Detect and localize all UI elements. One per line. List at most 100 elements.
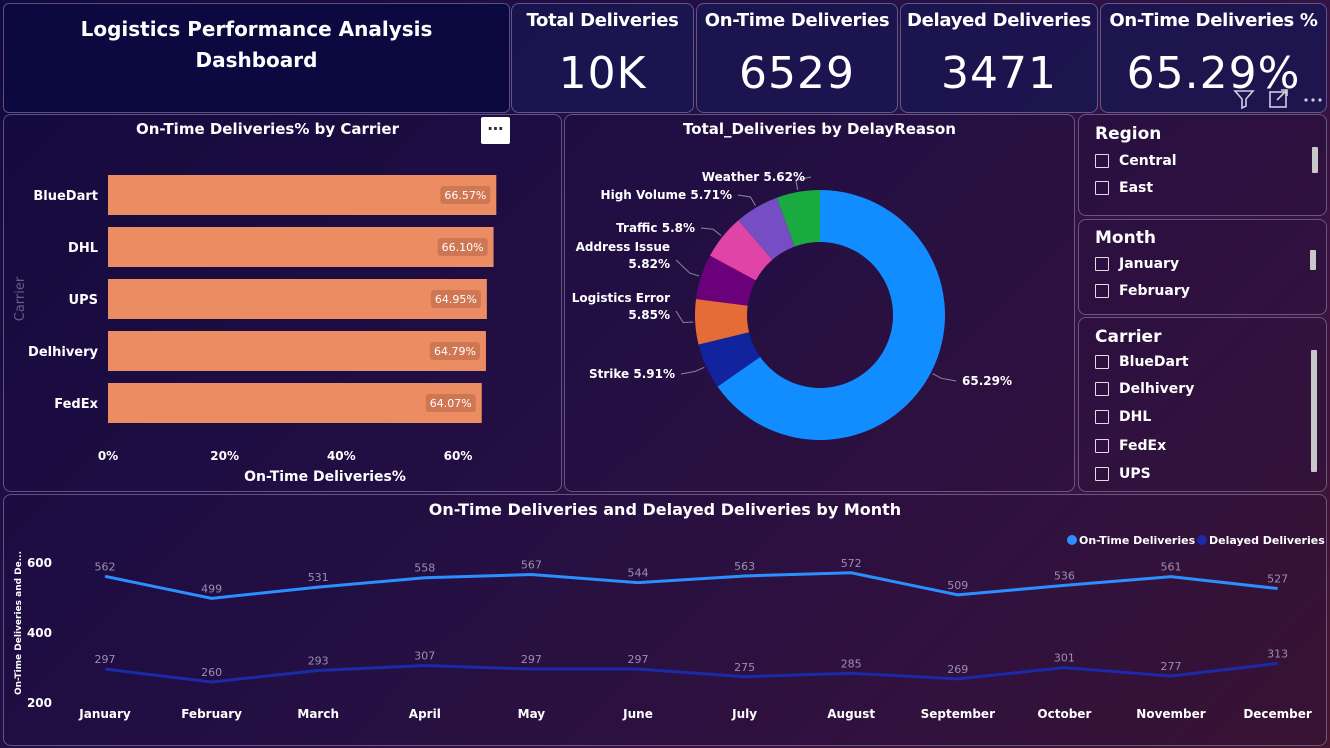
x-tick-label: July xyxy=(731,707,757,721)
point-label: 285 xyxy=(841,657,862,670)
slice-label: Address Issue xyxy=(576,240,670,254)
category-label: Delhivery xyxy=(28,345,98,360)
checkbox[interactable] xyxy=(1095,382,1109,396)
delay-reason-donut-panel[interactable]: Total_Deliveries by DelayReason 65.29% St… xyxy=(564,114,1075,492)
x-tick-label: August xyxy=(827,707,875,721)
scrollbar[interactable] xyxy=(1311,350,1317,472)
point-label: 562 xyxy=(95,560,116,573)
leader-line xyxy=(675,310,694,324)
data-label: 64.79% xyxy=(434,345,476,358)
checkbox[interactable] xyxy=(1095,410,1109,424)
scrollbar[interactable] xyxy=(1310,250,1316,270)
region-slicer[interactable]: Region Central East xyxy=(1078,114,1327,216)
kpi-on-time-deliveries[interactable]: On-Time Deliveries 6529 xyxy=(696,3,898,113)
point-label: 293 xyxy=(308,654,329,667)
point-label: 563 xyxy=(734,560,755,573)
slicer-item-ups[interactable]: UPS xyxy=(1095,466,1151,482)
series-line[interactable] xyxy=(104,571,1278,600)
x-tick-label: September xyxy=(921,707,995,721)
carrier-bar-chart-panel[interactable]: On-Time Deliveries% by Carrier ⋯ BlueDar… xyxy=(3,114,562,492)
slicer-item-delhivery[interactable]: Delhivery xyxy=(1095,381,1194,397)
slicer-title: Month xyxy=(1095,228,1156,248)
slicer-item-label: UPS xyxy=(1119,466,1151,482)
point-label: 297 xyxy=(521,653,542,666)
slicer-item-label: January xyxy=(1119,256,1180,272)
point-label: 277 xyxy=(1161,660,1182,673)
x-tick-label: December xyxy=(1243,707,1312,721)
kpi-label: On-Time Deliveries xyxy=(704,10,890,31)
checkbox[interactable] xyxy=(1095,284,1109,298)
point-label: 313 xyxy=(1267,647,1288,660)
bar[interactable] xyxy=(108,175,497,215)
point-label: 297 xyxy=(628,653,649,666)
delay-reason-donut-chart: 65.29% Strike 5.91% Logistics Error 5.85% Ad… xyxy=(572,170,1012,440)
legend-label[interactable]: Delayed Deliveries xyxy=(1209,534,1325,547)
carrier-bar-chart: BlueDart 66.57% DHL 66.10% UPS 64.95% Delhiver… xyxy=(13,175,497,485)
point-label: 301 xyxy=(1054,652,1075,665)
slicer-item-label: FedEx xyxy=(1119,438,1167,454)
leader-line xyxy=(675,259,700,277)
month-line-chart: 200 400 600On-Time Deliveries and De... 562… xyxy=(14,534,1325,721)
kpi-total-deliveries[interactable]: Total Deliveries 10K xyxy=(511,3,694,113)
month-slicer[interactable]: Month January February xyxy=(1078,219,1327,315)
bar[interactable] xyxy=(108,227,494,267)
month-line-chart-panel[interactable]: On-Time Deliveries and Delayed Deliverie… xyxy=(3,494,1327,746)
checkbox[interactable] xyxy=(1095,154,1109,168)
x-tick-label: October xyxy=(1037,707,1091,721)
slice-label: Weather 5.62% xyxy=(702,170,805,184)
point-label: 531 xyxy=(308,571,329,584)
legend-marker xyxy=(1197,535,1207,545)
slice-label: 5.82% xyxy=(628,257,670,271)
carrier-slicer[interactable]: Carrier BlueDart Delhivery DHL FedEx UPS xyxy=(1078,317,1327,492)
y-tick-label: 400 xyxy=(27,626,52,640)
slice-label: High Volume 5.71% xyxy=(601,188,732,202)
bar[interactable] xyxy=(108,331,486,371)
scrollbar[interactable] xyxy=(1312,147,1318,173)
leader-line xyxy=(737,194,756,206)
bar[interactable] xyxy=(108,383,482,423)
point-label: 509 xyxy=(947,579,968,592)
category-label: DHL xyxy=(68,241,98,256)
slicer-item-label: East xyxy=(1119,180,1154,196)
slicer-item-label: Delhivery xyxy=(1119,381,1195,397)
checkbox[interactable] xyxy=(1095,181,1109,195)
slicer-item-east[interactable]: East xyxy=(1095,180,1153,196)
checkbox[interactable] xyxy=(1095,257,1109,271)
slicer-item-central[interactable]: Central xyxy=(1095,153,1177,169)
slicer-item-bluedart[interactable]: BlueDart xyxy=(1095,354,1189,370)
dashboard-title-box: Logistics Performance Analysis Dashboard xyxy=(3,3,510,113)
series-line[interactable] xyxy=(104,661,1278,684)
checkbox[interactable] xyxy=(1095,467,1109,481)
slicer-item-february[interactable]: February xyxy=(1095,283,1190,299)
slicer-item-label: BlueDart xyxy=(1119,354,1189,370)
more-options-icon[interactable] xyxy=(1304,98,1322,102)
slicer-item-dhl[interactable]: DHL xyxy=(1095,409,1151,425)
slicer-item-fedex[interactable]: FedEx xyxy=(1095,438,1166,454)
point-label: 499 xyxy=(201,582,222,595)
visual-header-icons xyxy=(1233,89,1322,110)
legend-label[interactable]: On-Time Deliveries xyxy=(1079,534,1196,547)
y-axis-title: Carrier xyxy=(13,276,28,321)
kpi-value: 10K xyxy=(558,48,647,99)
x-tick-label: January xyxy=(78,707,131,721)
point-label: 567 xyxy=(521,559,542,572)
data-label: 64.07% xyxy=(430,397,472,410)
kpi-delayed-deliveries[interactable]: Delayed Deliveries 3471 xyxy=(900,3,1098,113)
slicer-item-january[interactable]: January xyxy=(1095,256,1179,272)
y-tick-label: 200 xyxy=(27,696,52,710)
focus-mode-icon[interactable] xyxy=(1269,89,1288,108)
slice-label: Traffic 5.8% xyxy=(616,221,695,235)
slicer-item-label: DHL xyxy=(1119,409,1152,425)
bar[interactable] xyxy=(108,279,487,319)
checkbox[interactable] xyxy=(1095,355,1109,369)
checkbox[interactable] xyxy=(1095,439,1109,453)
x-tick-label: 60% xyxy=(444,449,473,463)
category-label: BlueDart xyxy=(33,189,98,204)
filter-icon[interactable] xyxy=(1233,90,1255,110)
kpi-label: Total Deliveries xyxy=(526,10,679,31)
category-label: FedEx xyxy=(54,397,98,412)
leader-line xyxy=(932,373,957,382)
slicer-title: Region xyxy=(1095,124,1162,144)
slice-label: Logistics Error xyxy=(572,291,670,305)
point-label: 260 xyxy=(201,666,222,679)
